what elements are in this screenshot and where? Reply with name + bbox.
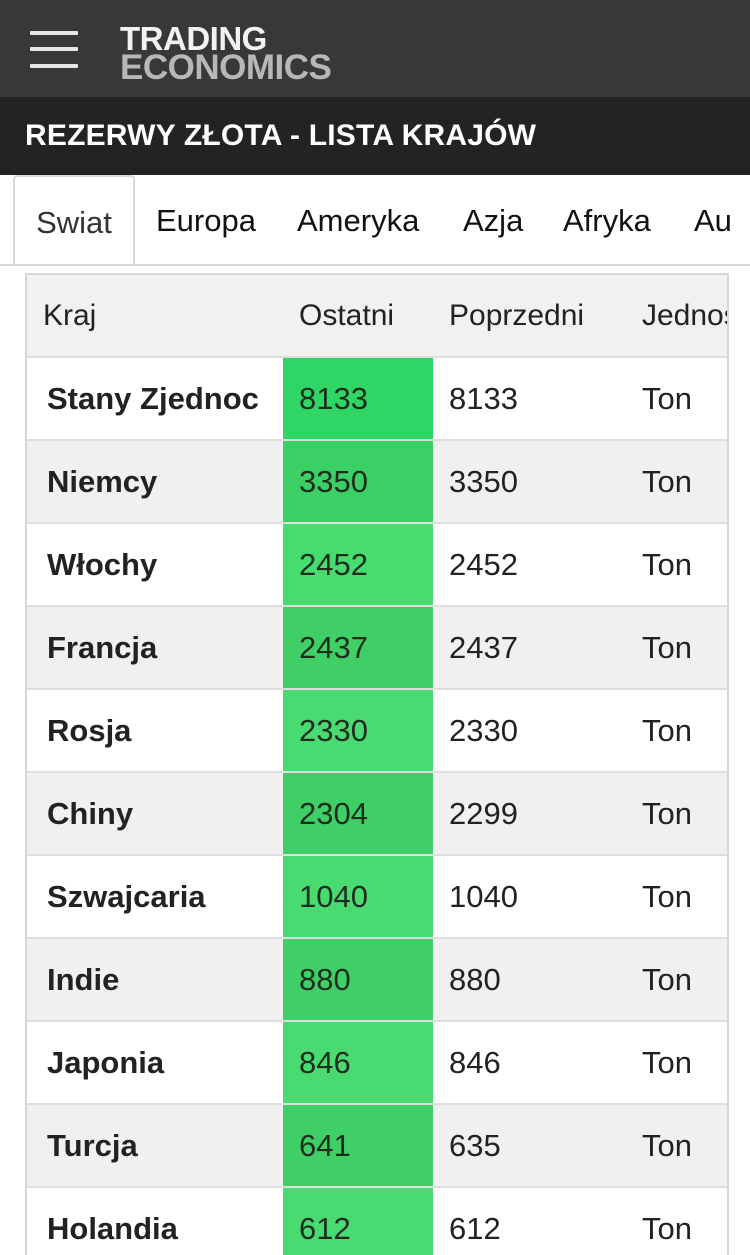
table-header-row: Kraj Ostatni Poprzedni Jednostk bbox=[27, 275, 727, 358]
last-value-cell: 612 bbox=[283, 1187, 433, 1255]
last-value-cell: 3350 bbox=[283, 440, 433, 524]
previous-value-cell: 2299 bbox=[433, 772, 626, 856]
unit-cell: Ton bbox=[626, 689, 727, 773]
menu-line bbox=[30, 31, 78, 35]
unit-cell: Ton bbox=[626, 1021, 727, 1105]
unit-cell: Ton bbox=[626, 357, 727, 441]
previous-value-cell: 635 bbox=[433, 1104, 626, 1188]
table-row[interactable]: Chiny 2304 2299 Ton bbox=[27, 772, 727, 856]
table-row[interactable]: Indie 880 880 Ton bbox=[27, 938, 727, 1022]
table-row[interactable]: Rosja 2330 2330 Ton bbox=[27, 689, 727, 773]
unit-cell: Ton bbox=[626, 523, 727, 607]
column-header-unit[interactable]: Jednostk bbox=[626, 275, 727, 358]
unit-cell: Ton bbox=[626, 1104, 727, 1188]
country-name-link[interactable]: Holandia bbox=[27, 1187, 283, 1255]
country-name-link[interactable]: Indie bbox=[27, 938, 283, 1022]
column-header-country[interactable]: Kraj bbox=[27, 275, 283, 358]
previous-value-cell: 880 bbox=[433, 938, 626, 1022]
menu-line bbox=[30, 64, 78, 68]
unit-cell: Ton bbox=[626, 440, 727, 524]
last-value-cell: 1040 bbox=[283, 855, 433, 939]
previous-value-cell: 8133 bbox=[433, 357, 626, 441]
unit-cell: Ton bbox=[626, 1187, 727, 1255]
table-row[interactable]: Włochy 2452 2452 Ton bbox=[27, 523, 727, 607]
previous-value-cell: 2437 bbox=[433, 606, 626, 690]
top-navigation-bar: TRADING ECONOMICS bbox=[0, 0, 750, 97]
trading-economics-logo[interactable]: TRADING ECONOMICS bbox=[120, 22, 332, 87]
column-header-previous[interactable]: Poprzedni bbox=[433, 275, 626, 358]
country-name-link[interactable]: Rosja bbox=[27, 689, 283, 773]
table-row[interactable]: Holandia 612 612 Ton bbox=[27, 1187, 727, 1255]
country-name-link[interactable]: Niemcy bbox=[27, 440, 283, 524]
country-name-link[interactable]: Stany Zjednoc bbox=[27, 357, 283, 441]
tab-europa[interactable]: Europa bbox=[156, 175, 256, 264]
last-value-cell: 641 bbox=[283, 1104, 433, 1188]
logo-line-2: ECONOMICS bbox=[120, 48, 332, 87]
last-value-cell: 2452 bbox=[283, 523, 433, 607]
hamburger-menu-icon[interactable] bbox=[30, 31, 78, 69]
last-value-cell: 2304 bbox=[283, 772, 433, 856]
previous-value-cell: 846 bbox=[433, 1021, 626, 1105]
tab-australia[interactable]: Au bbox=[694, 175, 732, 264]
column-header-last[interactable]: Ostatni bbox=[283, 275, 433, 358]
previous-value-cell: 2452 bbox=[433, 523, 626, 607]
last-value-cell: 846 bbox=[283, 1021, 433, 1105]
country-name-link[interactable]: Chiny bbox=[27, 772, 283, 856]
tab-ameryka[interactable]: Ameryka bbox=[297, 175, 419, 264]
previous-value-cell: 612 bbox=[433, 1187, 626, 1255]
last-value-cell: 880 bbox=[283, 938, 433, 1022]
last-value-cell: 2330 bbox=[283, 689, 433, 773]
last-value-cell: 2437 bbox=[283, 606, 433, 690]
unit-cell: Ton bbox=[626, 606, 727, 690]
tab-afryka[interactable]: Afryka bbox=[563, 175, 651, 264]
unit-cell: Ton bbox=[626, 938, 727, 1022]
table-row[interactable]: Niemcy 3350 3350 Ton bbox=[27, 440, 727, 524]
country-name-link[interactable]: Turcja bbox=[27, 1104, 283, 1188]
page-title: REZERWY ZŁOTA - LISTA KRAJÓW bbox=[0, 97, 750, 175]
country-name-link[interactable]: Włochy bbox=[27, 523, 283, 607]
unit-cell: Ton bbox=[626, 772, 727, 856]
tab-azja[interactable]: Azja bbox=[463, 175, 523, 264]
unit-cell: Ton bbox=[626, 855, 727, 939]
previous-value-cell: 2330 bbox=[433, 689, 626, 773]
gold-reserves-table: Kraj Ostatni Poprzedni Jednostk Stany Zj… bbox=[27, 275, 727, 1255]
country-name-link[interactable]: Japonia bbox=[27, 1021, 283, 1105]
table-row[interactable]: Francja 2437 2437 Ton bbox=[27, 606, 727, 690]
gold-reserves-table-container[interactable]: Kraj Ostatni Poprzedni Jednostk Stany Zj… bbox=[25, 273, 729, 1255]
country-name-link[interactable]: Szwajcaria bbox=[27, 855, 283, 939]
tab-swiat[interactable]: Swiat bbox=[13, 175, 135, 264]
table-row[interactable]: Japonia 846 846 Ton bbox=[27, 1021, 727, 1105]
region-tabs: Swiat Europa Ameryka Azja Afryka Au bbox=[0, 175, 750, 266]
table-row[interactable]: Stany Zjednoc 8133 8133 Ton bbox=[27, 357, 727, 441]
previous-value-cell: 3350 bbox=[433, 440, 626, 524]
last-value-cell: 8133 bbox=[283, 357, 433, 441]
table-row[interactable]: Szwajcaria 1040 1040 Ton bbox=[27, 855, 727, 939]
table-row[interactable]: Turcja 641 635 Ton bbox=[27, 1104, 727, 1188]
previous-value-cell: 1040 bbox=[433, 855, 626, 939]
menu-line bbox=[30, 47, 78, 51]
country-name-link[interactable]: Francja bbox=[27, 606, 283, 690]
